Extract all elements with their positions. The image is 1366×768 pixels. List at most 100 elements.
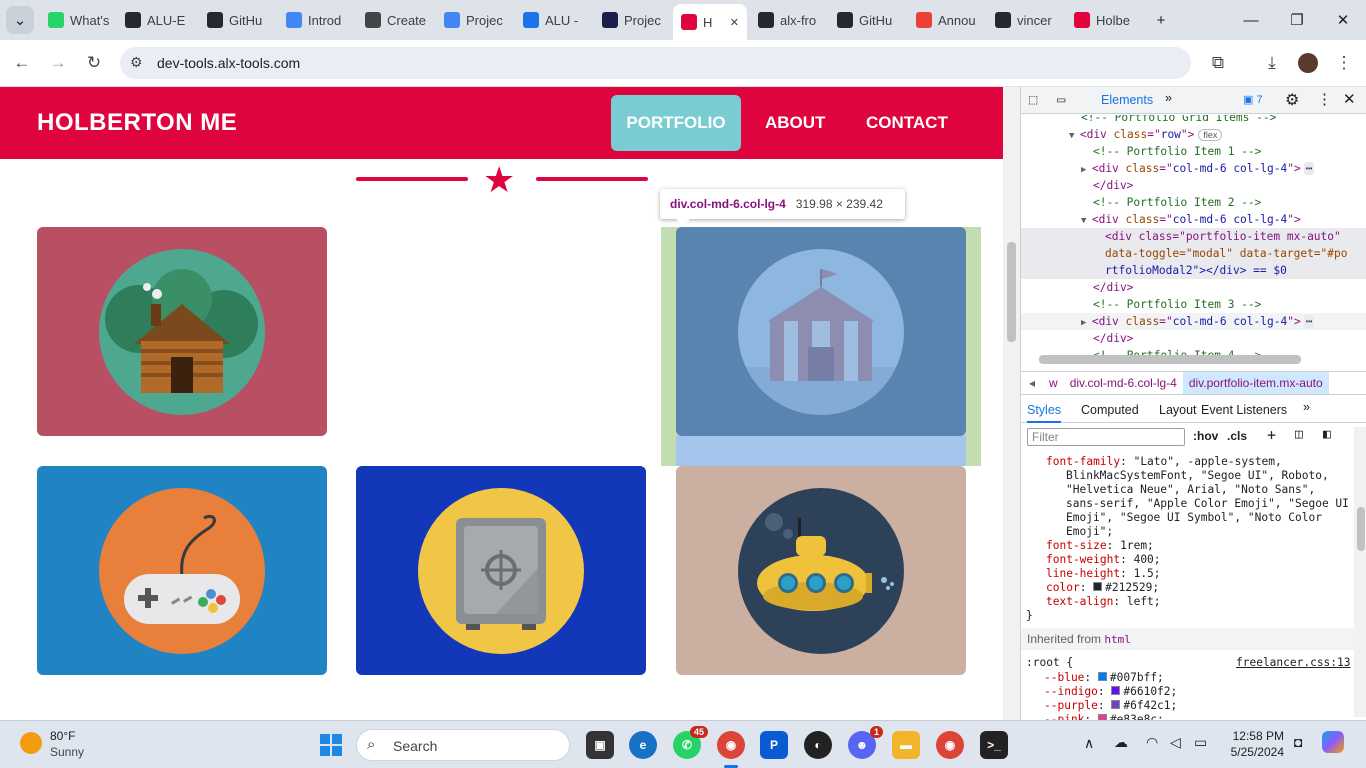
style-declaration[interactable]: "Helvetica Neue", Arial, "Noto Sans", [1021,483,1315,496]
dom-node-row[interactable]: ▼ <div class="col-md-6 col-lg-4"> [1021,211,1366,228]
dom-node-row[interactable]: ▼ <div class="row"> flex [1021,126,1366,143]
style-declaration[interactable]: text-align: left; [1021,595,1161,608]
css-variable[interactable]: --blue: #007bff; [1021,671,1164,684]
dom-node-row[interactable]: rtfolioModal2"></div> == $0 [1021,262,1366,279]
terminal-icon[interactable]: >_ [980,731,1008,759]
dom-node-row[interactable]: ▶ <div class="col-md-6 col-lg-4"> ⋯ [1021,313,1366,330]
color-swatch[interactable] [1111,700,1121,709]
chrome-icon[interactable]: ◉ [717,731,745,759]
breadcrumb-item[interactable]: div.col-md-6.col-lg-4 [1064,372,1183,394]
style-declaration[interactable]: Emoji"; [1021,525,1113,538]
downloads-button[interactable]: ⤓ [1258,49,1286,77]
styles-tab[interactable]: Styles [1027,403,1062,423]
notification-icon[interactable]: ◘ [1294,734,1302,750]
styles-tab[interactable]: Layout [1159,403,1197,417]
collapsed-ellipsis-icon[interactable]: ⋯ [1303,315,1315,328]
browser-tab[interactable]: GitHu [199,6,275,34]
tab-elements[interactable]: Elements [1101,93,1153,107]
inherited-tag[interactable]: html [1104,633,1131,646]
expand-arrow-icon[interactable]: ▼ [1069,131,1080,141]
browser-tab[interactable]: Holbe [1066,6,1142,34]
portfolio-item-submarine[interactable] [676,466,966,675]
extensions-button[interactable]: ⧉ [1204,49,1232,77]
root-source-link[interactable]: freelancer.css:13 [1236,656,1351,669]
dom-node-row[interactable]: <!-- Portfolio Grid Items --> [1021,115,1366,126]
brand-logo[interactable]: HOLBERTON ME [37,109,237,137]
style-declaration[interactable]: font-family: "Lato", -apple-system, [1021,455,1282,468]
whatsapp-icon[interactable]: ✆ 45 [673,726,708,759]
dom-node-row[interactable]: data-toggle="modal" data-target="#po [1021,245,1366,262]
dom-horizontal-scrollbar[interactable] [1039,355,1301,364]
collapse-arrow-icon[interactable]: ▶ [1081,165,1092,175]
browser-tab[interactable]: Projec [594,6,670,34]
style-declaration[interactable]: font-size: 1rem; [1021,539,1154,552]
reload-button[interactable]: ↻ [80,49,108,77]
close-tab-icon[interactable]: ✕ [730,16,739,29]
dom-node-row[interactable]: <!-- Portfolio Item 2 --> [1021,194,1366,211]
menu-button[interactable]: ⋮ [1330,49,1358,77]
nav-about[interactable]: ABOUT [749,95,841,151]
styles-scrollbar-thumb[interactable] [1357,507,1365,551]
style-declaration[interactable]: BlinkMacSystemFont, "Segoe UI", Roboto, [1021,469,1329,482]
browser-tab[interactable]: H ✕ [673,4,747,40]
collapse-arrow-icon[interactable]: ▶ [1081,318,1092,328]
issues-counter[interactable]: ▣ 7 [1243,93,1263,106]
more-tabs-icon[interactable]: » [1165,91,1172,105]
copilot-icon[interactable] [1322,731,1344,753]
tab-search-button[interactable]: ⌄ [6,6,34,34]
color-swatch[interactable] [1093,582,1103,591]
close-window-button[interactable]: ✕ [1328,8,1358,32]
discord-icon[interactable]: ☻ 1 [848,726,883,759]
volume-icon[interactable]: ◁ [1170,734,1181,751]
forward-button[interactable]: → [44,49,72,77]
devtools-menu-icon[interactable]: ⋮ [1317,90,1332,108]
browser-tab[interactable]: ALU - [515,6,591,34]
inspect-element-icon[interactable]: ⬚ [1029,92,1037,108]
clock-time[interactable]: 12:58 PM [1232,729,1284,743]
style-declaration[interactable]: Emoji", "Segoe UI Symbol", "Noto Color [1021,511,1322,524]
clock-date[interactable]: 5/25/2024 [1226,745,1284,759]
wifi-icon[interactable]: ◠ [1146,734,1158,751]
dom-node-row[interactable]: </div> [1021,330,1366,347]
style-declaration[interactable]: font-weight: 400; [1021,553,1161,566]
breadcrumb-item[interactable]: w [1043,372,1064,394]
browser-tab[interactable]: Create [357,6,433,34]
style-declaration[interactable]: sans-serif, "Apple Color Emoji", "Segoe … [1021,497,1349,510]
close-devtools-icon[interactable]: ✕ [1343,90,1356,108]
styles-scrollbar[interactable] [1354,427,1366,717]
onedrive-icon[interactable]: ☁ [1114,734,1128,751]
battery-icon[interactable]: ▭ [1194,734,1207,751]
computed-styles-icon[interactable]: ◫ [1295,427,1303,442]
browser-tab[interactable]: GitHu [829,6,905,34]
dom-node-row[interactable]: <div class="portfolio-item mx-auto" [1021,228,1366,245]
dom-node-row[interactable]: ▶ <div class="col-md-6 col-lg-4"> ⋯ [1021,160,1366,177]
sidebar-toggle-icon[interactable]: ◧ [1323,427,1331,442]
site-info-icon[interactable]: ⚙ [130,54,143,71]
style-declaration[interactable]: color: #212529; [1021,581,1159,594]
dom-node-row[interactable]: <!-- Portfolio Item 3 --> [1021,296,1366,313]
hov-toggle[interactable]: :hov [1193,429,1218,443]
flex-badge[interactable]: flex [1198,129,1223,141]
dom-node-row[interactable]: <!-- Portfolio Item 4 --> [1021,347,1366,355]
page-scrollbar-thumb[interactable] [1007,242,1016,342]
nav-portfolio[interactable]: PORTFOLIO [611,95,741,151]
nav-contact[interactable]: CONTACT [850,95,964,151]
breadcrumb-scroll-left-icon[interactable]: ◂ [1021,376,1043,390]
maximize-button[interactable]: ❐ [1282,8,1312,32]
portfolio-item-game-controller[interactable] [37,466,327,675]
new-style-rule-icon[interactable]: + [1267,426,1276,444]
edge-icon[interactable]: e [629,731,657,759]
style-declaration[interactable]: } [1021,609,1033,622]
styles-filter-input[interactable]: Filter [1027,428,1185,446]
browser-tab[interactable]: alx-fro [750,6,826,34]
cls-toggle[interactable]: .cls [1227,429,1247,443]
vpn-app-icon[interactable]: ◐ [804,731,832,759]
profile-button[interactable] [1294,49,1322,77]
expand-arrow-icon[interactable]: ▼ [1081,216,1092,226]
style-declaration[interactable]: line-height: 1.5; [1021,567,1161,580]
css-variable[interactable]: --purple: #6f42c1; [1021,699,1177,712]
dom-node-row[interactable]: <!-- Portfolio Item 1 --> [1021,143,1366,160]
browser-tab[interactable]: What's [40,6,116,34]
breadcrumb-item[interactable]: div.portfolio-item.mx-auto [1182,372,1329,394]
tray-overflow-icon[interactable]: ∧ [1084,735,1094,752]
